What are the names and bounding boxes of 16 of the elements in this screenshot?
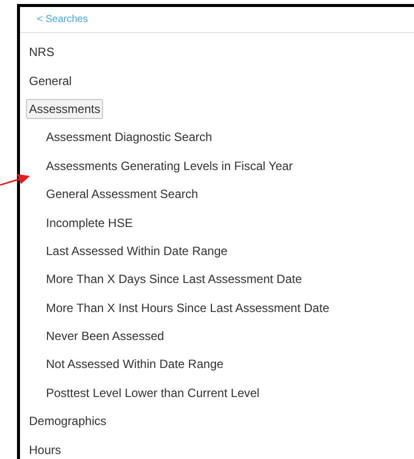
search-item[interactable]: More Than X Inst Hours Since Last Assessment Date [43,298,332,318]
search-item[interactable]: Last Assessed Within Date Range [43,240,230,261]
search-item[interactable]: More Than X Days Since Last Assessment Date [43,269,305,290]
search-item[interactable]: General Assessment Search [43,184,202,204]
annotation-arrow [0,174,30,186]
search-item[interactable]: Never Been Assessed [43,326,168,346]
search-item[interactable]: Assessments Generating Levels in Fiscal Year [43,156,296,176]
category-item[interactable]: Hours [26,440,64,459]
category-item[interactable]: Assessments [26,98,104,119]
search-item[interactable]: Posttest Level Lower than Current Level [43,382,262,403]
category-item[interactable]: Demographics [26,411,110,432]
search-item[interactable]: Assessment Diagnostic Search [43,127,216,148]
category-item[interactable]: NRS [26,42,58,62]
search-item[interactable]: Not Assessed Within Date Range [43,354,226,374]
category-item[interactable]: General [26,70,75,91]
search-item[interactable]: Incomplete HSE [43,212,136,233]
